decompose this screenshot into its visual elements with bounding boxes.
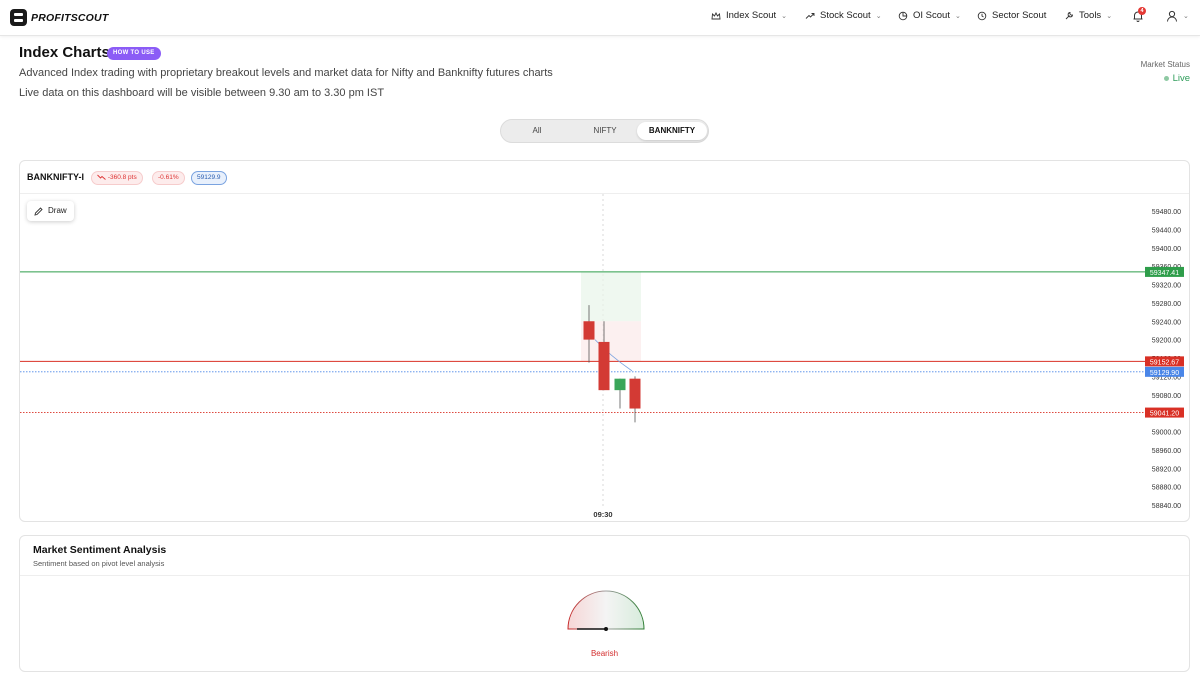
brand-logo[interactable]: PROFITSCOUT: [10, 9, 108, 26]
y-tick-label: 59440.00: [1152, 227, 1181, 234]
y-tick-label: 59320.00: [1152, 283, 1181, 290]
change-points-badge: -360.8 pts: [91, 171, 143, 185]
index-tabs: All NIFTY BANKNIFTY: [500, 119, 709, 143]
tab-nifty[interactable]: NIFTY: [571, 122, 639, 140]
sentiment-subtitle: Sentiment based on pivot level analysis: [33, 559, 165, 568]
tab-all[interactable]: All: [503, 122, 571, 140]
chevron-down-icon: ⌄: [1106, 12, 1113, 20]
nav-item-oi-scout[interactable]: OI Scout ⌄: [898, 10, 961, 21]
level-label: 59347.41: [1150, 270, 1179, 277]
level-label: 59129.90: [1150, 370, 1179, 377]
y-tick-label: 59080.00: [1152, 393, 1181, 400]
nav-label: Index Scout: [726, 10, 777, 21]
y-tick-label: 58840.00: [1152, 503, 1181, 510]
y-tick-label: 59200.00: [1152, 338, 1181, 345]
market-status-value: Live: [1163, 73, 1190, 84]
user-icon[interactable]: [1165, 9, 1179, 23]
pie-chart-icon: [898, 11, 908, 20]
market-status-text: Live: [1172, 73, 1190, 84]
trend-down-icon: [97, 174, 106, 181]
nav-label: OI Scout: [913, 10, 950, 21]
sentiment-card-header: Market Sentiment Analysis Sentiment base…: [20, 536, 1189, 576]
candle-body: [629, 378, 641, 409]
y-tick-label: 59400.00: [1152, 246, 1181, 253]
candle-body: [583, 321, 595, 340]
gauge-pivot: [604, 627, 608, 631]
chart-card: BANKNIFTY-I -360.8 pts -0.61% 59129.9 Dr…: [19, 160, 1190, 522]
sentiment-card: Market Sentiment Analysis Sentiment base…: [19, 535, 1190, 672]
candle-body: [598, 341, 610, 391]
y-tick-label: 58880.00: [1152, 485, 1181, 492]
y-tick-label: 59000.00: [1152, 430, 1181, 437]
y-tick-label: 59280.00: [1152, 301, 1181, 308]
y-tick-label: 58920.00: [1152, 466, 1181, 473]
candle-body: [614, 378, 626, 391]
chevron-down-icon: ⌄: [875, 12, 882, 20]
wrench-icon: [1065, 11, 1074, 19]
x-tick-label: 09:30: [593, 510, 612, 519]
nav-label: Tools: [1079, 10, 1102, 21]
tab-banknifty[interactable]: BANKNIFTY: [637, 122, 707, 140]
sentiment-value: Bearish: [590, 649, 619, 658]
level-label: 59041.20: [1150, 411, 1179, 418]
nav-item-stock-scout[interactable]: Stock Scout ⌄: [805, 10, 882, 21]
how-to-use-button[interactable]: HOW TO USE: [107, 47, 161, 60]
chevron-down-icon: ⌄: [781, 12, 788, 20]
live-data-info: Live data on this dashboard will be visi…: [19, 87, 385, 99]
ltp-badge: 59129.9: [191, 171, 227, 185]
top-nav: PROFITSCOUT Index Scout ⌄ Stock Scout ⌄ …: [0, 0, 1200, 36]
nav-item-tools[interactable]: Tools ⌄: [1064, 10, 1112, 21]
y-tick-label: 59480.00: [1152, 209, 1181, 216]
bull-zone: [581, 271, 641, 322]
sentiment-title: Market Sentiment Analysis: [33, 544, 167, 556]
nav-label: Sector Scout: [992, 10, 1047, 21]
nav-item-sector-scout[interactable]: Sector Scout: [977, 10, 1046, 21]
y-tick-label: 59240.00: [1152, 319, 1181, 326]
market-status-label: Market Status: [1140, 60, 1190, 69]
clock-icon: [977, 11, 987, 20]
level-label: 59152.67: [1150, 359, 1179, 366]
chart-card-header: BANKNIFTY-I -360.8 pts -0.61% 59129.9: [20, 161, 1189, 194]
status-dot-icon: [1163, 76, 1169, 81]
symbol-name: BANKNIFTY-I: [27, 172, 84, 182]
change-points-text: -360.8 pts: [107, 174, 137, 181]
trend-up-icon: [805, 12, 815, 19]
sentiment-gauge: [567, 590, 645, 631]
chevron-down-icon[interactable]: ⌄: [1183, 12, 1189, 20]
candlestick-chart[interactable]: 59480.0059440.0059400.0059360.0059320.00…: [20, 194, 1191, 522]
page-title: Index Charts: [19, 44, 110, 61]
y-tick-label: 58960.00: [1152, 448, 1181, 455]
nav-item-index-scout[interactable]: Index Scout ⌄: [711, 10, 787, 21]
nav-label: Stock Scout: [820, 10, 871, 21]
brand-name: PROFITSCOUT: [31, 11, 109, 24]
notification-badge: 4: [1138, 7, 1146, 15]
page-subtitle: Advanced Index trading with proprietary …: [19, 67, 553, 79]
crown-icon: [711, 11, 721, 19]
chevron-down-icon: ⌄: [954, 12, 961, 20]
logo-icon: [10, 9, 27, 26]
change-percent-badge: -0.61%: [152, 171, 185, 185]
